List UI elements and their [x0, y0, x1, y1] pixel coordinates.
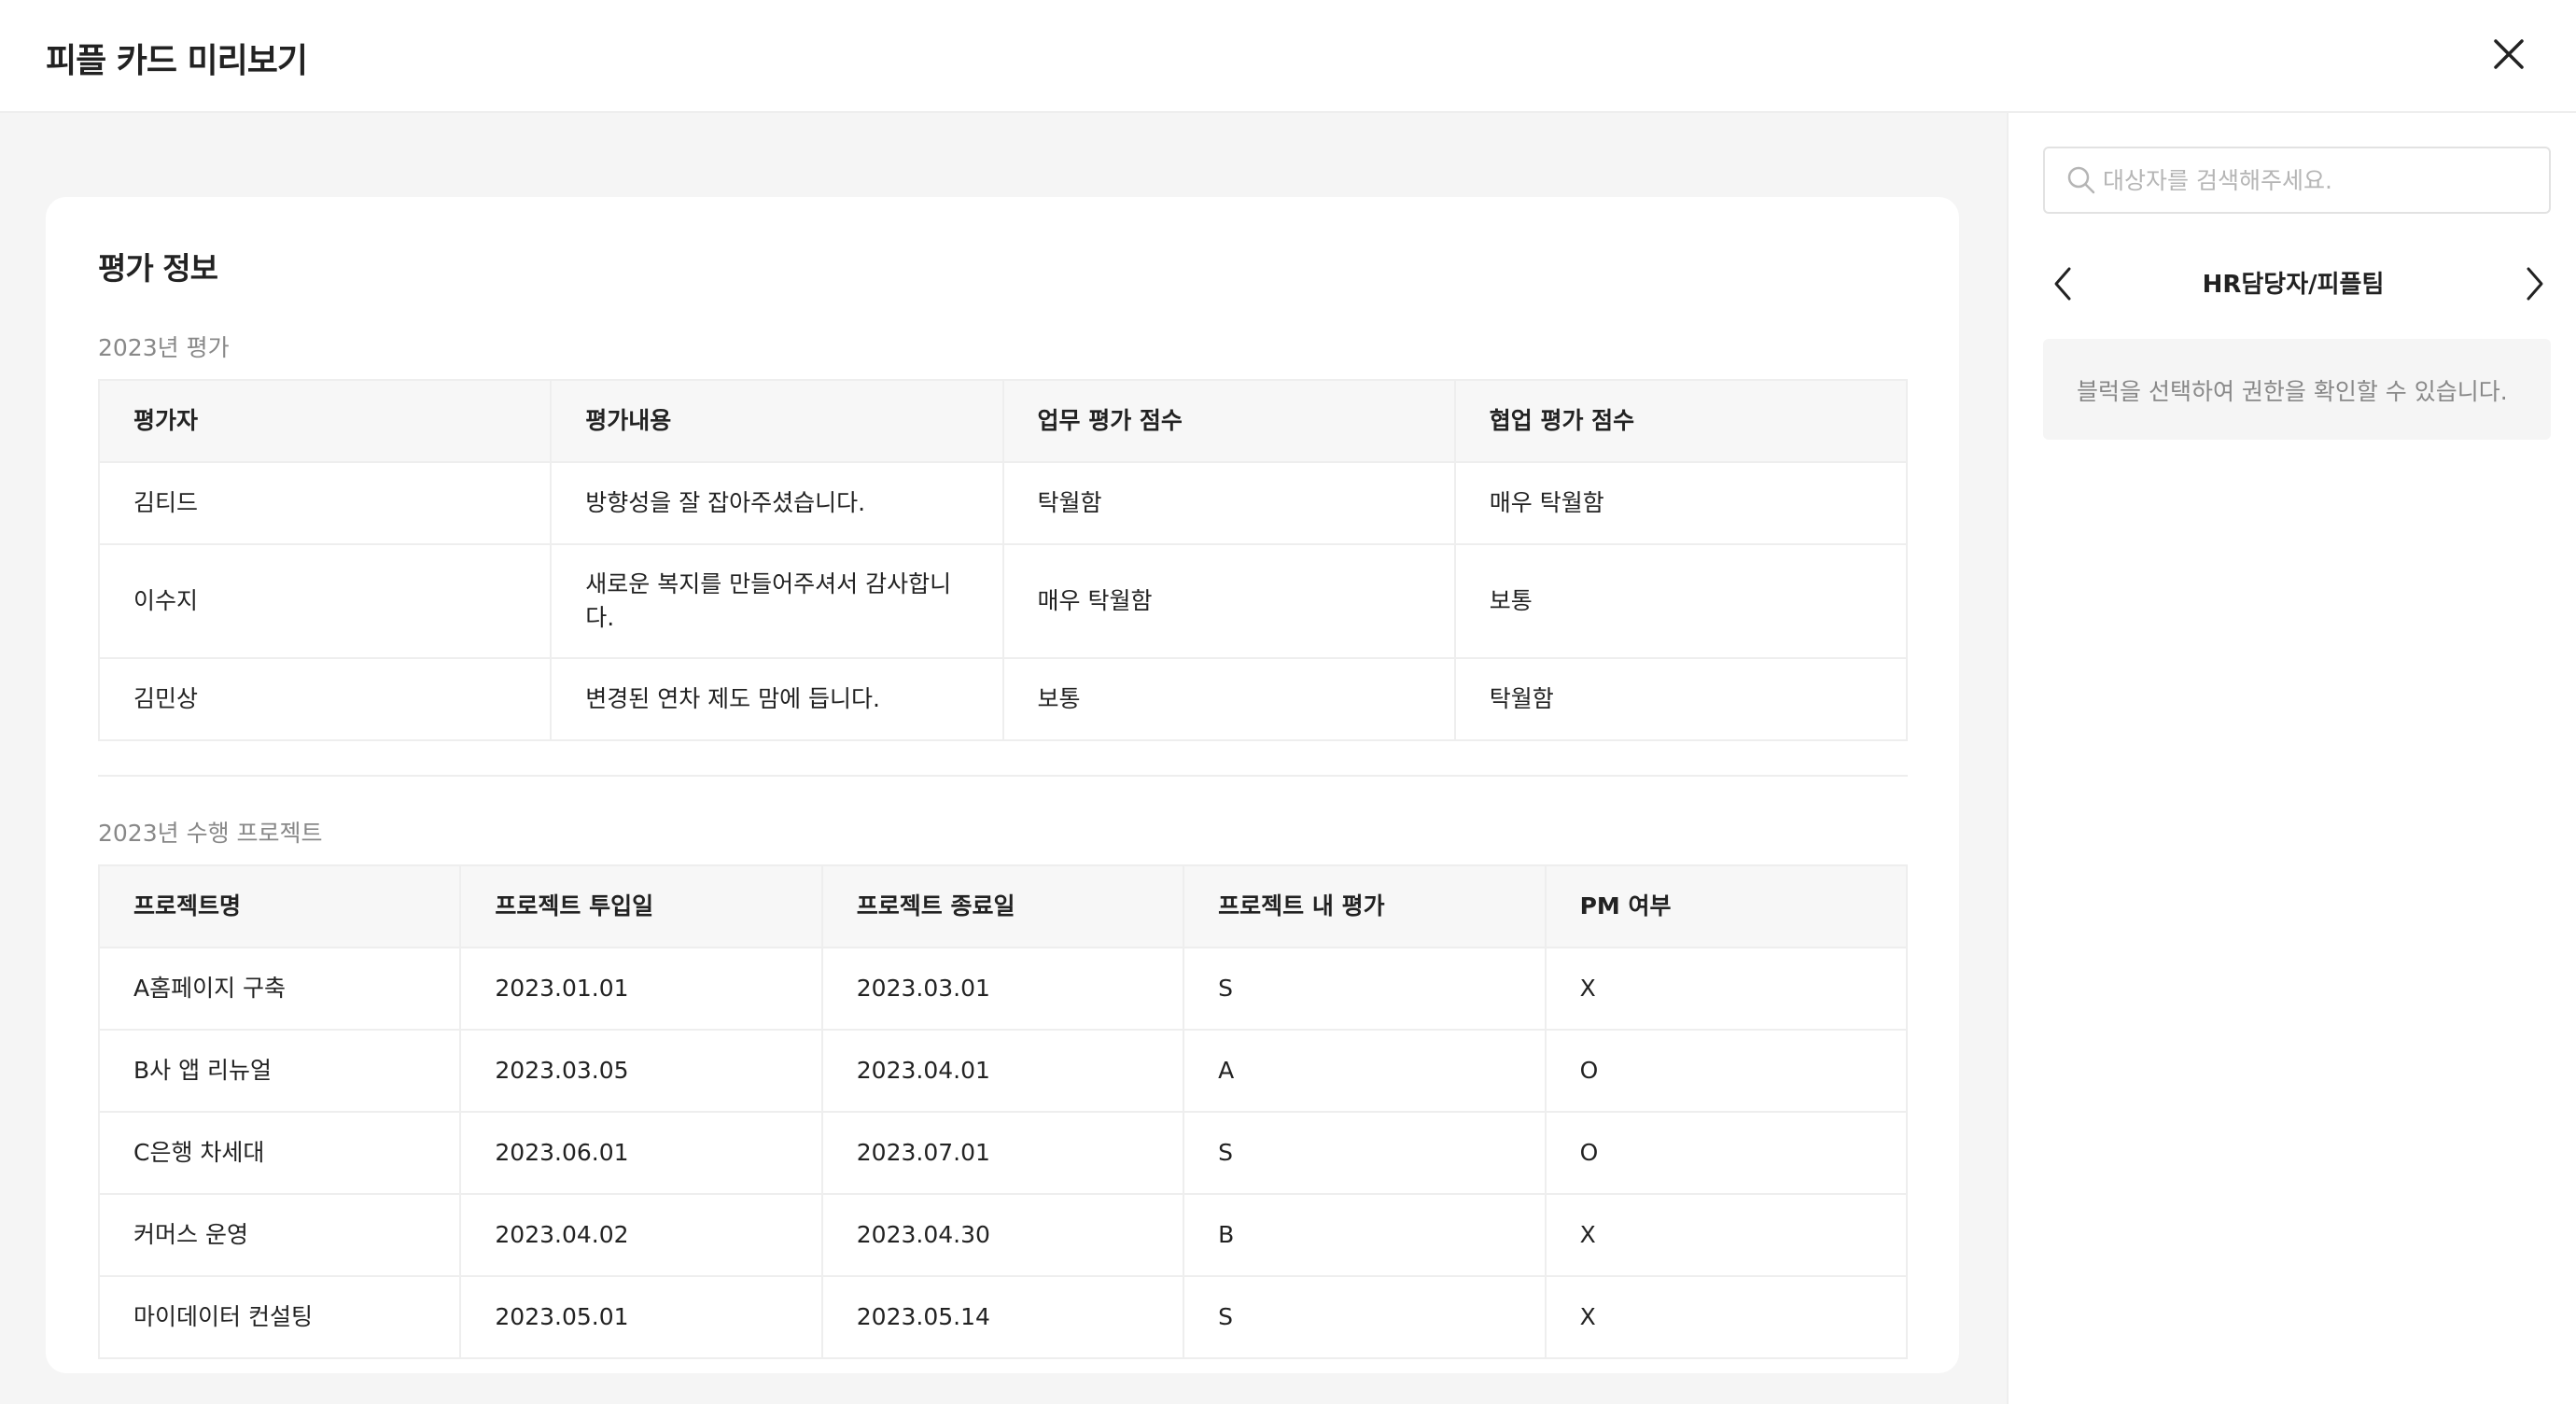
table-cell: 매우 탁월함 [1453, 461, 1909, 545]
info-text: 블럭을 선택하여 권한을 확인할 수 있습니다. [2077, 378, 2508, 405]
nav-title: HR담당자/피플팀 [2202, 271, 2385, 299]
table-cell: 방향성을 잘 잡아주셨습니다. [550, 461, 1004, 545]
table-row: C은행 차세대 2023.06.01 2023.07.01 S O [97, 1111, 1909, 1195]
column-header: 평가자 [97, 379, 553, 463]
table-cell: B [1183, 1193, 1547, 1277]
column-header: 프로젝트 내 평가 [1183, 864, 1547, 948]
chevron-right-icon [2527, 267, 2543, 301]
table-cell: 2023.04.01 [820, 1029, 1185, 1113]
table-cell: 2023.04.30 [820, 1193, 1185, 1277]
table-cell: 탁월함 [1001, 461, 1456, 545]
table-header-row: 평가자 평가내용 업무 평가 점수 협업 평가 점수 [97, 379, 1909, 463]
column-header: 프로젝트 투입일 [459, 864, 823, 948]
table-cell: 2023.07.01 [820, 1111, 1185, 1195]
table-row: 이수지 새로운 복지를 만들어주셔서 감사합니다. 매우 탁월함 보통 [97, 543, 1909, 659]
table-cell: 김티드 [97, 461, 553, 545]
permission-info-box: 블럭을 선택하여 권한을 확인할 수 있습니다. [2043, 339, 2551, 440]
column-header: 평가내용 [550, 379, 1004, 463]
table-cell: 2023.05.01 [459, 1275, 823, 1359]
table-cell: X [1544, 1193, 1909, 1277]
section-divider [98, 775, 1908, 777]
close-button[interactable] [2488, 34, 2529, 75]
table-cell: 변경된 연차 제도 맘에 듭니다. [550, 657, 1004, 741]
table-cell: O [1544, 1029, 1909, 1113]
column-header: 협업 평가 점수 [1453, 379, 1909, 463]
card-title: 평가 정보 [98, 250, 218, 287]
table-row: A홈페이지 구축 2023.01.01 2023.03.01 S X [97, 947, 1909, 1031]
table-cell: C은행 차세대 [97, 1111, 462, 1195]
table-cell: 탁월함 [1453, 657, 1909, 741]
next-button[interactable] [2518, 263, 2552, 304]
search-box[interactable] [2043, 147, 2551, 214]
review-section-label: 2023년 평가 [98, 334, 230, 361]
table-cell: X [1544, 947, 1909, 1031]
table-row: 커머스 운영 2023.04.02 2023.04.30 B X [97, 1193, 1909, 1277]
table-cell: B사 앱 리뉴얼 [97, 1029, 462, 1113]
table-cell: A [1183, 1029, 1547, 1113]
table-row: 마이데이터 컨설팅 2023.05.01 2023.05.14 S X [97, 1275, 1909, 1359]
table-cell: S [1183, 947, 1547, 1031]
table-cell: 보통 [1001, 657, 1456, 741]
preview-area: 평가 정보 2023년 평가 평가자 평가내용 업무 평가 점수 협업 평가 점… [0, 113, 2007, 1404]
project-table: 프로젝트명 프로젝트 투입일 프로젝트 종료일 프로젝트 내 평가 PM 여부 … [97, 864, 1909, 1359]
table-cell: S [1183, 1111, 1547, 1195]
table-cell: 김민상 [97, 657, 553, 741]
table-cell: X [1544, 1275, 1909, 1359]
table-cell: A홈페이지 구축 [97, 947, 462, 1031]
table-row: 김티드 방향성을 잘 잡아주셨습니다. 탁월함 매우 탁월함 [97, 461, 1909, 545]
table-cell: 매우 탁월함 [1001, 543, 1456, 659]
modal-header: 피플 카드 미리보기 [0, 0, 2576, 113]
table-cell: 새로운 복지를 만들어주셔서 감사합니다. [550, 543, 1004, 659]
table-cell: 커머스 운영 [97, 1193, 462, 1277]
close-icon [2494, 39, 2524, 69]
chevron-left-icon [2054, 267, 2071, 301]
review-table: 평가자 평가내용 업무 평가 점수 협업 평가 점수 김티드 방향성을 잘 잡아… [97, 379, 1909, 741]
table-cell: 보통 [1453, 543, 1909, 659]
prev-button[interactable] [2046, 263, 2079, 304]
page-title: 피플 카드 미리보기 [46, 42, 308, 80]
table-cell: 이수지 [97, 543, 553, 659]
table-cell: 마이데이터 컨설팅 [97, 1275, 462, 1359]
project-section-label: 2023년 수행 프로젝트 [98, 820, 323, 847]
table-cell: 2023.03.05 [459, 1029, 823, 1113]
table-cell: 2023.03.01 [820, 947, 1185, 1031]
column-header: PM 여부 [1544, 864, 1909, 948]
table-cell: 2023.04.02 [459, 1193, 823, 1277]
table-cell: O [1544, 1111, 1909, 1195]
table-cell: 2023.01.01 [459, 947, 823, 1031]
table-row: 김민상 변경된 연차 제도 맘에 듭니다. 보통 탁월함 [97, 657, 1909, 741]
evaluation-card: 평가 정보 2023년 평가 평가자 평가내용 업무 평가 점수 협업 평가 점… [46, 197, 1959, 1373]
table-cell: 2023.06.01 [459, 1111, 823, 1195]
column-header: 프로젝트 종료일 [820, 864, 1185, 948]
table-header-row: 프로젝트명 프로젝트 투입일 프로젝트 종료일 프로젝트 내 평가 PM 여부 [97, 864, 1909, 948]
table-cell: S [1183, 1275, 1547, 1359]
right-sidebar: HR담당자/피플팀 블럭을 선택하여 권한을 확인할 수 있습니다. [2007, 113, 2576, 1404]
search-input[interactable] [2103, 158, 2532, 203]
column-header: 프로젝트명 [97, 864, 462, 948]
column-header: 업무 평가 점수 [1001, 379, 1456, 463]
search-icon [2067, 166, 2095, 194]
table-row: B사 앱 리뉴얼 2023.03.05 2023.04.01 A O [97, 1029, 1909, 1113]
table-cell: 2023.05.14 [820, 1275, 1185, 1359]
